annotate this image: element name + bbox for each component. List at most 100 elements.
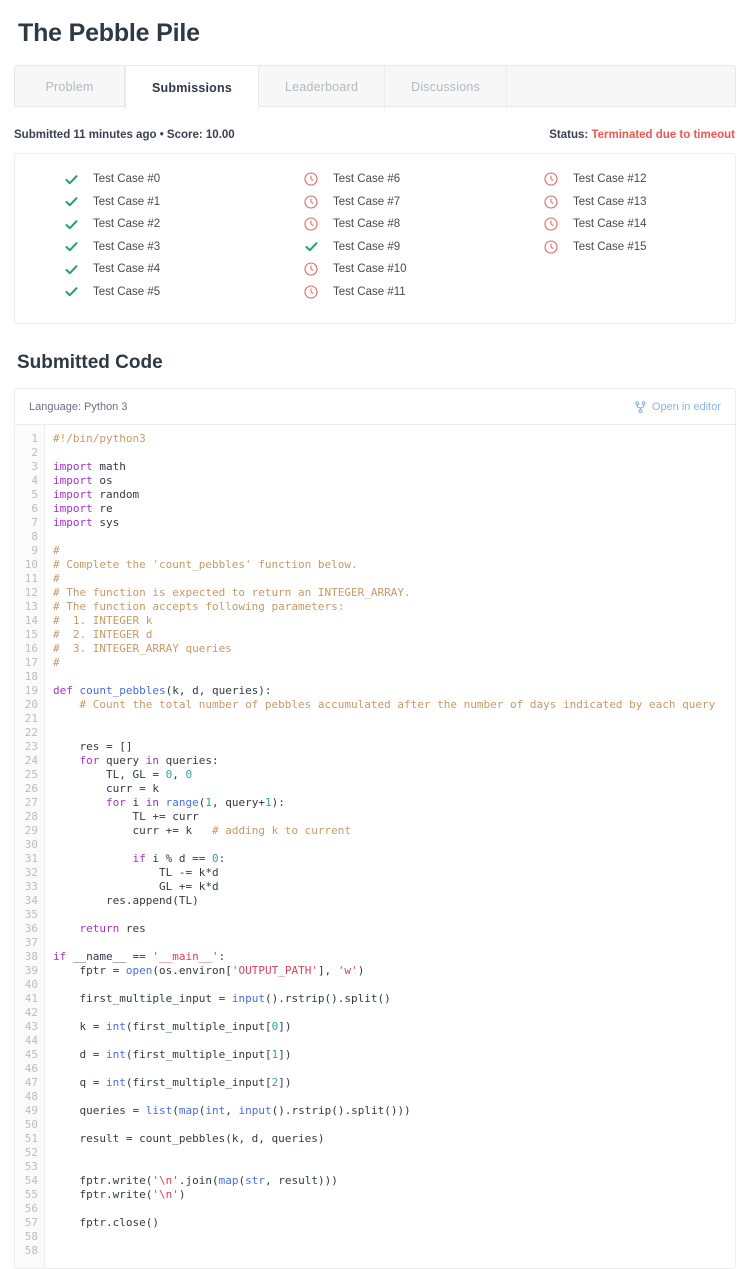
code-token: int [106, 1076, 126, 1089]
code-token: re [92, 502, 113, 515]
check-icon [63, 239, 79, 255]
test-case-row[interactable]: Test Case #6 [255, 168, 495, 191]
test-case-row[interactable]: Test Case #15 [495, 236, 735, 259]
test-case-row[interactable]: Test Case #1 [15, 191, 255, 214]
test-case-row[interactable]: Test Case #9 [255, 236, 495, 259]
clock-icon [543, 194, 559, 210]
test-cases-card: Test Case #0 Test Case #6 Test Case #12 Tes… [14, 153, 736, 324]
code-token: # The function accepts following paramet… [53, 600, 345, 613]
code-token: fptr.close() [53, 1216, 159, 1229]
check-icon [63, 261, 79, 277]
code-token: ]) [278, 1020, 292, 1033]
code-token: int [106, 1020, 126, 1033]
line-number: 20 [24, 698, 38, 711]
test-case-label: Test Case #6 [333, 173, 401, 186]
tab-problem[interactable]: Problem [15, 65, 125, 109]
code-line: # 2. INTEGER d [53, 628, 735, 642]
clock-icon [543, 171, 559, 187]
line-number: 9 [31, 544, 38, 557]
clock-icon [303, 261, 319, 277]
test-case-row[interactable]: Test Case #0 [15, 168, 255, 191]
code-line: queries = list(map(int, input().rstrip()… [53, 1104, 735, 1118]
code-token: curr = k [53, 782, 159, 795]
test-case-row[interactable]: Test Case #14 [495, 213, 735, 236]
line-number: 23 [24, 740, 38, 753]
code-token: int [106, 1048, 126, 1061]
code-token: 1 [264, 796, 272, 809]
code-token: if [132, 852, 146, 865]
code-token: '__main__' [152, 950, 219, 963]
line-number: 17 [24, 656, 38, 669]
line-number: 57 [24, 1216, 38, 1229]
line-number: 41 [24, 992, 38, 1005]
code-token: # [53, 544, 60, 557]
line-number: 11 [24, 572, 38, 585]
clock-icon [543, 216, 559, 232]
line-number: 15 [24, 628, 38, 641]
code-token: i % d == [145, 852, 212, 865]
code-viewer: 1 2 3 4 5 6 7 8 9 10 11 12 13 14 15 16 17 18 19 20 21 22 23 24 2… [15, 425, 735, 1268]
line-number: 25 [24, 768, 38, 781]
code-token: ) [178, 1188, 186, 1201]
clock-icon [303, 194, 319, 210]
test-case-row[interactable]: Test Case #4 [15, 258, 255, 281]
code-line: # 3. INTEGER_ARRAY queries [53, 642, 735, 656]
code-token: TL, GL = [53, 768, 166, 781]
line-number: 35 [24, 908, 38, 921]
code-line: TL += curr [53, 810, 735, 824]
line-number: 32 [24, 866, 38, 879]
submitted-code-heading: Submitted Code [17, 352, 163, 373]
code-token: 1 [205, 796, 212, 809]
line-number: 45 [24, 1048, 38, 1061]
test-case-row[interactable]: Test Case #3 [15, 236, 255, 259]
code-token: query [99, 754, 146, 767]
code-token: range [165, 796, 199, 809]
code-token: #!/bin/python3 [53, 432, 146, 445]
test-case-row[interactable]: Test Case #8 [255, 213, 495, 236]
line-number: 7 [31, 516, 38, 529]
test-case-row[interactable]: Test Case #12 [495, 168, 735, 191]
submission-page: The Pebble Pile Problem Submissions Leader… [0, 8, 750, 1269]
code-token: TL -= k*d [53, 866, 219, 879]
open-in-editor-button[interactable]: Open in editor [635, 401, 721, 413]
test-case-row[interactable]: Test Case #10 [255, 258, 495, 281]
code-content[interactable]: #!/bin/python3 import math import os impor… [45, 425, 735, 1268]
test-case-row[interactable]: Test Case #13 [495, 191, 735, 214]
clock-icon [303, 216, 319, 232]
test-case-row[interactable]: Test Case #5 [15, 281, 255, 304]
line-number: 56 [24, 1202, 38, 1215]
tab-label: Leaderboard [285, 80, 359, 94]
code-token: ]) [278, 1048, 292, 1061]
code-token: .join( [178, 1174, 219, 1187]
tab-submissions[interactable]: Submissions [125, 65, 259, 110]
line-number: 36 [24, 922, 38, 935]
code-token: (k, d, queries): [165, 684, 272, 697]
tab-discussions[interactable]: Discussions [385, 65, 507, 109]
code-token: ( [172, 1104, 179, 1117]
test-case-label: Test Case #1 [93, 195, 161, 208]
test-case-label: Test Case #14 [573, 218, 647, 231]
line-number: 54 [24, 1174, 38, 1187]
code-token: (first_multiple_input[ [125, 1020, 272, 1033]
test-case-row[interactable]: Test Case #2 [15, 213, 255, 236]
tab-leaderboard[interactable]: Leaderboard [259, 65, 386, 109]
code-token: res = [] [53, 740, 133, 753]
code-line: result = count_pebbles(k, d, queries) [53, 1132, 735, 1146]
page-title: The Pebble Pile [18, 19, 200, 47]
code-line: # [53, 656, 735, 670]
line-number: 4 [31, 474, 38, 487]
check-icon [63, 171, 79, 187]
line-number: 19 [24, 684, 38, 697]
test-case-row[interactable]: Test Case #11 [255, 281, 495, 304]
line-number: 53 [24, 1160, 38, 1173]
test-case-row[interactable]: Test Case #7 [255, 191, 495, 214]
status-badge: Status: Terminated due to timeout [549, 129, 735, 141]
code-token: : [218, 950, 226, 963]
code-token: for [79, 754, 100, 767]
